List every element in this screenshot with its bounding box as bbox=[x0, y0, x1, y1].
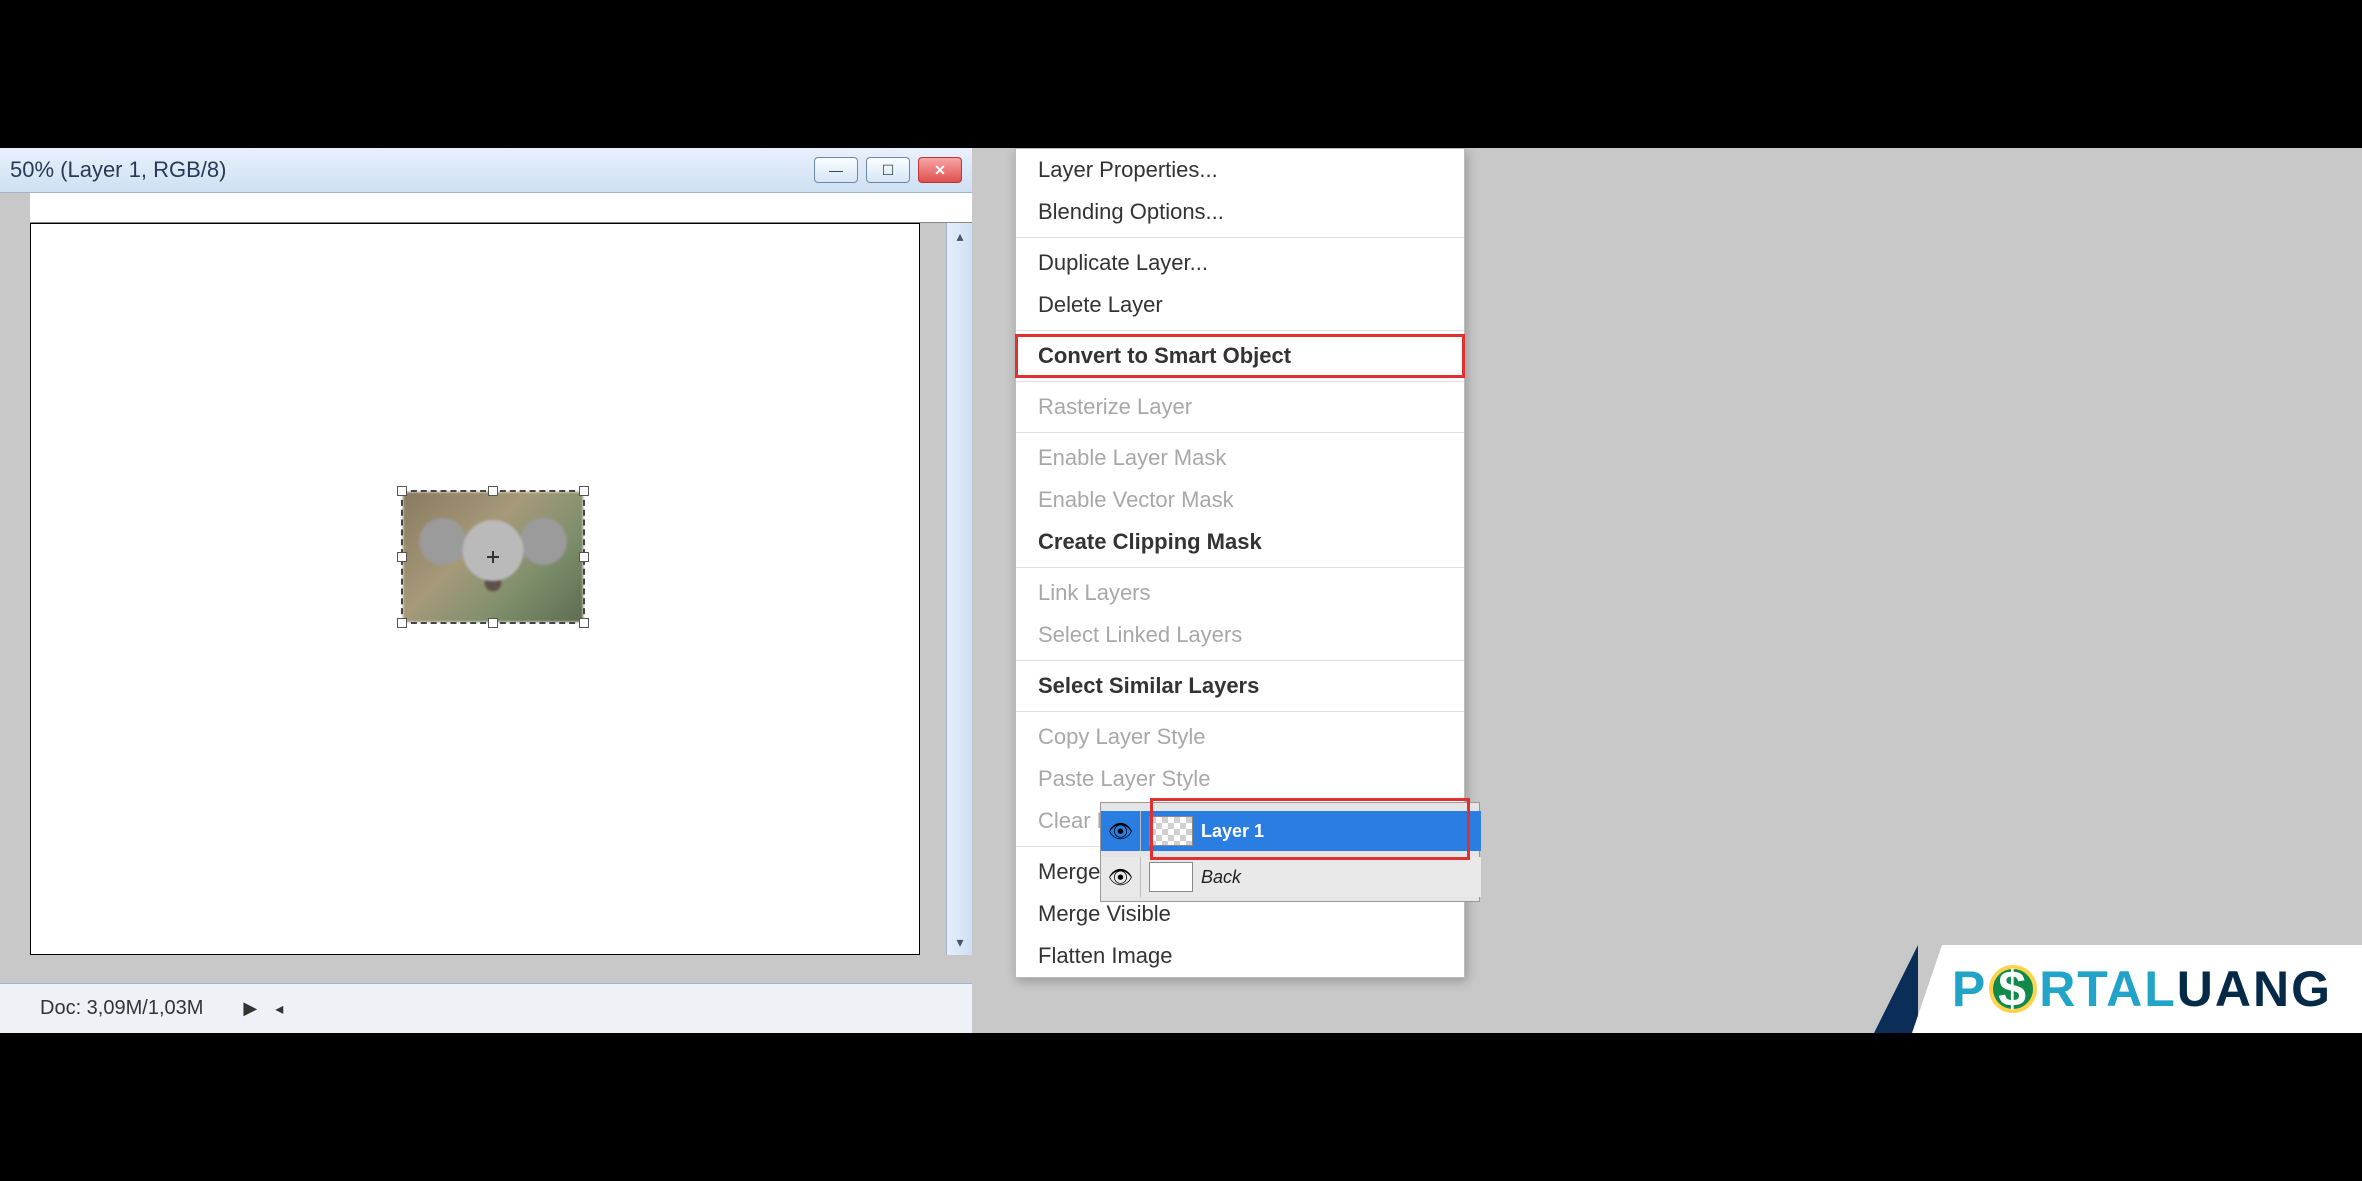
menu-item-select-linked-layers: Select Linked Layers bbox=[1016, 614, 1464, 656]
canvas[interactable] bbox=[30, 223, 920, 955]
handle-middle-left[interactable] bbox=[397, 552, 407, 562]
status-flyout-icon[interactable]: ▶ bbox=[243, 998, 257, 1019]
canvas-area: ▴ ▾ bbox=[0, 193, 972, 983]
menu-item-duplicate-layer[interactable]: Duplicate Layer... bbox=[1016, 242, 1464, 284]
visibility-eye-icon[interactable]: 👁 bbox=[1101, 811, 1141, 851]
menu-separator bbox=[1016, 711, 1464, 712]
titlebar[interactable]: 50% (Layer 1, RGB/8) — ☐ ✕ bbox=[0, 148, 972, 193]
layers-panel[interactable]: 👁 Layer 1 👁 Back bbox=[1100, 802, 1480, 902]
menu-item-paste-layer-style: Paste Layer Style bbox=[1016, 758, 1464, 800]
transform-selection[interactable] bbox=[403, 492, 583, 622]
app-content: 50% (Layer 1, RGB/8) — ☐ ✕ ▴ ▾ bbox=[0, 148, 2362, 1033]
menu-item-create-clipping-mask[interactable]: Create Clipping Mask bbox=[1016, 521, 1464, 563]
menu-item-flatten-image[interactable]: Flatten Image bbox=[1016, 935, 1464, 977]
layer-row-selected[interactable]: 👁 Layer 1 bbox=[1101, 811, 1481, 851]
watermark-text: P $ RTAL UANG bbox=[1942, 945, 2362, 1033]
handle-bottom-center[interactable] bbox=[488, 618, 498, 628]
menu-item-layer-properties[interactable]: Layer Properties... bbox=[1016, 149, 1464, 191]
menu-item-delete-layer[interactable]: Delete Layer bbox=[1016, 284, 1464, 326]
menu-item-select-similar-layers[interactable]: Select Similar Layers bbox=[1016, 665, 1464, 707]
document-window: 50% (Layer 1, RGB/8) — ☐ ✕ ▴ ▾ bbox=[0, 148, 972, 1033]
menu-item-convert-to-smart-object[interactable]: Convert to Smart Object bbox=[1016, 335, 1464, 377]
handle-middle-right[interactable] bbox=[579, 552, 589, 562]
menu-separator bbox=[1016, 567, 1464, 568]
watermark: P $ RTAL UANG bbox=[1874, 945, 2362, 1033]
minimize-button[interactable]: — bbox=[814, 157, 858, 183]
layer-thumbnail[interactable] bbox=[1149, 862, 1193, 892]
layer-thumbnail[interactable] bbox=[1149, 816, 1193, 846]
ruler-top bbox=[30, 193, 972, 223]
menu-separator bbox=[1016, 660, 1464, 661]
menu-item-blending-options[interactable]: Blending Options... bbox=[1016, 191, 1464, 233]
menu-item-copy-layer-style: Copy Layer Style bbox=[1016, 716, 1464, 758]
handle-bottom-left[interactable] bbox=[397, 618, 407, 628]
status-bar: Doc: 3,09M/1,03M ▶ ◂ bbox=[0, 983, 972, 1033]
menu-item-enable-vector-mask: Enable Vector Mask bbox=[1016, 479, 1464, 521]
letterbox-bottom bbox=[0, 1033, 2362, 1181]
menu-separator bbox=[1016, 330, 1464, 331]
watermark-accent bbox=[1912, 945, 1942, 1033]
menu-item-rasterize-layer: Rasterize Layer bbox=[1016, 386, 1464, 428]
watermark-letter: P bbox=[1952, 960, 1987, 1018]
menu-separator bbox=[1016, 381, 1464, 382]
handle-top-center[interactable] bbox=[488, 486, 498, 496]
window-title: 50% (Layer 1, RGB/8) bbox=[0, 157, 814, 183]
letterbox-top bbox=[0, 0, 2362, 148]
close-button[interactable]: ✕ bbox=[918, 157, 962, 183]
handle-bottom-right[interactable] bbox=[579, 618, 589, 628]
menu-item-link-layers: Link Layers bbox=[1016, 572, 1464, 614]
hscroll-left-icon[interactable]: ◂ bbox=[275, 999, 283, 1019]
handle-top-right[interactable] bbox=[579, 486, 589, 496]
visibility-eye-icon[interactable]: 👁 bbox=[1101, 857, 1141, 897]
layer-name[interactable]: Back bbox=[1201, 867, 1241, 888]
transform-center-icon[interactable] bbox=[487, 551, 499, 563]
handle-top-left[interactable] bbox=[397, 486, 407, 496]
vertical-scrollbar[interactable]: ▴ ▾ bbox=[946, 223, 972, 955]
menu-item-enable-layer-mask: Enable Layer Mask bbox=[1016, 437, 1464, 479]
layer-row-background[interactable]: 👁 Back bbox=[1101, 857, 1481, 897]
doc-size-label: Doc: 3,09M/1,03M bbox=[0, 997, 203, 1020]
scroll-down-icon[interactable]: ▾ bbox=[947, 929, 973, 955]
layer-name[interactable]: Layer 1 bbox=[1201, 821, 1264, 842]
watermark-letter: RTAL bbox=[2039, 960, 2177, 1018]
coin-icon: $ bbox=[1989, 965, 2037, 1013]
watermark-letter: UANG bbox=[2177, 960, 2332, 1018]
menu-separator bbox=[1016, 432, 1464, 433]
menu-separator bbox=[1016, 237, 1464, 238]
maximize-button[interactable]: ☐ bbox=[866, 157, 910, 183]
scroll-up-icon[interactable]: ▴ bbox=[947, 223, 973, 249]
